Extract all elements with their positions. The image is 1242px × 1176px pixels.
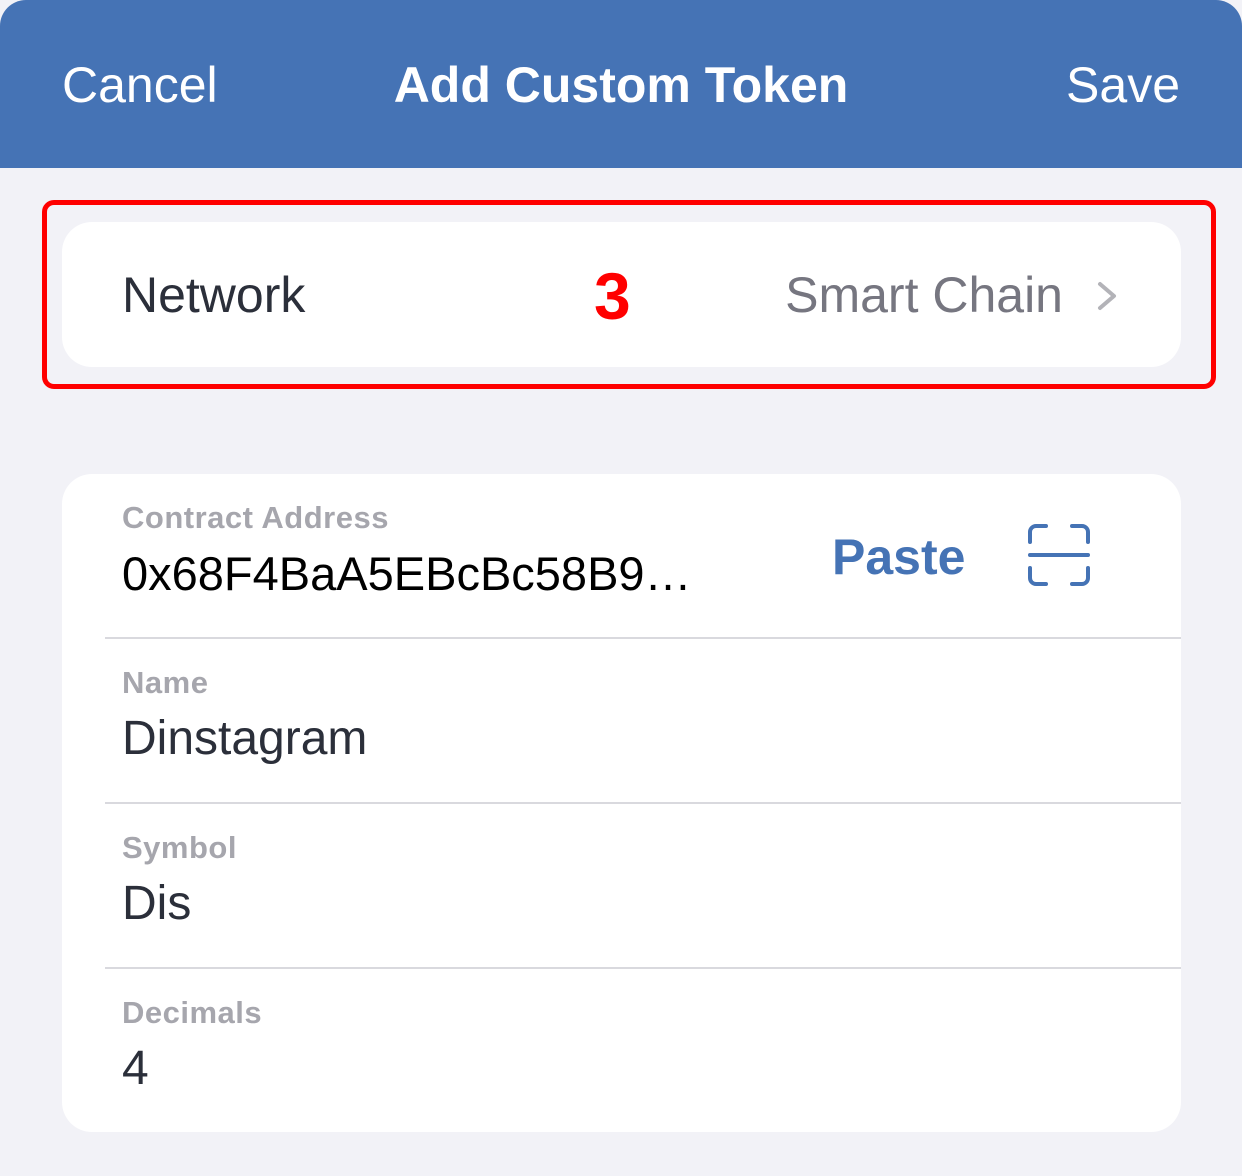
decimals-label: Decimals bbox=[122, 995, 263, 1030]
token-form: Contract Address 0x68F4BaA5EBcBc58B9… Pa… bbox=[62, 474, 1181, 1132]
chevron-right-icon bbox=[1098, 282, 1116, 310]
add-custom-token-screen: Cancel Add Custom Token Save Network 3 S… bbox=[0, 0, 1242, 1176]
symbol-value[interactable]: Dis bbox=[122, 876, 191, 932]
contract-address-field[interactable]: Contract Address 0x68F4BaA5EBcBc58B9… Pa… bbox=[62, 474, 1181, 638]
symbol-label: Symbol bbox=[122, 830, 237, 865]
annotation-number: 3 bbox=[594, 259, 631, 333]
contract-address-value[interactable]: 0x68F4BaA5EBcBc58B9… bbox=[122, 546, 692, 602]
network-selector[interactable]: Network 3 Smart Chain bbox=[62, 222, 1181, 367]
paste-button[interactable]: Paste bbox=[832, 528, 965, 586]
contract-address-label: Contract Address bbox=[122, 500, 389, 535]
name-value[interactable]: Dinstagram bbox=[122, 711, 367, 767]
decimals-field[interactable]: Decimals 4 bbox=[62, 969, 1181, 1132]
name-field[interactable]: Name Dinstagram bbox=[62, 639, 1181, 803]
network-label: Network bbox=[122, 267, 306, 323]
network-value: Smart Chain bbox=[785, 267, 1063, 323]
cancel-button[interactable]: Cancel bbox=[62, 56, 218, 114]
qr-scan-icon[interactable] bbox=[1026, 522, 1092, 588]
save-button[interactable]: Save bbox=[1066, 56, 1180, 114]
symbol-field[interactable]: Symbol Dis bbox=[62, 804, 1181, 968]
name-label: Name bbox=[122, 665, 209, 700]
decimals-value[interactable]: 4 bbox=[122, 1041, 149, 1097]
navigation-bar: Cancel Add Custom Token Save bbox=[0, 0, 1242, 168]
